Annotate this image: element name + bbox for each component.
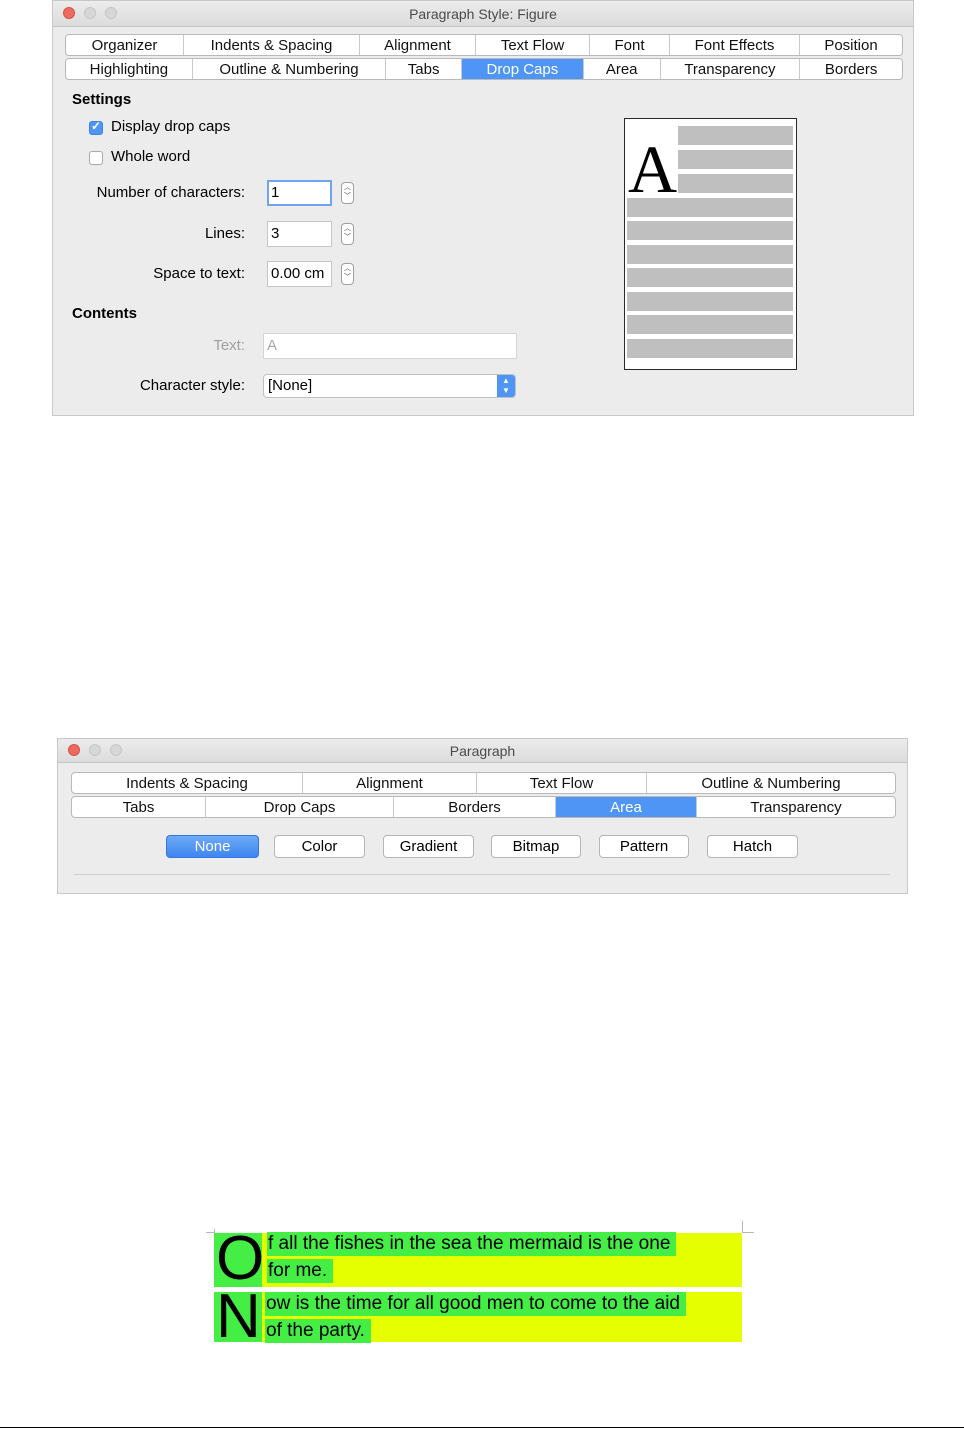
preview-line [678, 126, 793, 145]
preview-line [627, 268, 793, 287]
tab-font-effects[interactable]: Font Effects [670, 35, 800, 55]
tab-alignment[interactable]: Alignment [303, 773, 477, 793]
preview-drop-cap-letter: A [628, 131, 678, 207]
display-drop-caps-label[interactable]: Display drop caps [111, 118, 230, 135]
drop-cap-letter: N [216, 1282, 261, 1351]
text-field: A [263, 333, 517, 359]
whole-word-checkbox[interactable] [89, 151, 103, 165]
paragraph-line: of the party. [265, 1319, 371, 1343]
tab-row-1: Organizer Indents & Spacing Alignment Te… [65, 34, 903, 56]
title-bar: Paragraph Style: Figure [53, 1, 913, 27]
lines-spinner[interactable]: ︿ ﹀ [341, 223, 354, 245]
paragraph-style-dialog: Paragraph Style: Figure Organizer Indent… [52, 0, 914, 416]
drop-cap-letter: O [216, 1224, 265, 1293]
tab-borders[interactable]: Borders [394, 797, 556, 817]
space-to-text-label: Space to text: [153, 265, 245, 282]
window-title: Paragraph Style: Figure [409, 6, 557, 22]
tab-position[interactable]: Position [800, 35, 902, 55]
preview-line [627, 292, 793, 311]
tab-transparency[interactable]: Transparency [661, 59, 801, 79]
paragraph-line: for me. [267, 1259, 334, 1283]
preview-line [627, 221, 793, 240]
preview-line [627, 315, 793, 334]
number-of-characters-label: Number of characters: [96, 184, 245, 201]
tab-drop-caps[interactable]: Drop Caps [462, 59, 584, 79]
whole-word-label[interactable]: Whole word [111, 148, 190, 165]
paragraph-line: f all the fishes in the sea the mermaid … [267, 1232, 677, 1256]
tab-row-2: Highlighting Outline & Numbering Tabs Dr… [65, 58, 903, 80]
tab-transparency[interactable]: Transparency [697, 797, 895, 817]
paragraph-line: ow is the time for all good men to come … [265, 1292, 686, 1316]
lines-label: Lines: [204, 225, 245, 242]
area-color-button[interactable]: Color [274, 835, 365, 858]
area-pattern-button[interactable]: Pattern [599, 835, 689, 858]
paragraph-dialog: Paragraph Indents & Spacing Alignment Te… [57, 738, 908, 894]
tab-borders[interactable]: Borders [800, 59, 902, 79]
checkmark-icon: ✓ [91, 119, 102, 133]
document-paragraph: O f all the fishes in the sea the mermai… [214, 1224, 742, 1293]
title-bar: Paragraph [58, 739, 907, 763]
area-hatch-button[interactable]: Hatch [707, 835, 798, 858]
area-none-button[interactable]: None [166, 835, 259, 858]
tab-outline-numbering[interactable]: Outline & Numbering [647, 773, 895, 793]
character-style-dropdown[interactable]: [None] ▲ ▼ [263, 374, 516, 398]
tab-indents-spacing[interactable]: Indents & Spacing [184, 35, 360, 55]
preview-line [627, 339, 793, 358]
tab-area[interactable]: Area [584, 59, 661, 79]
tab-alignment[interactable]: Alignment [360, 35, 476, 55]
settings-heading: Settings [72, 91, 132, 108]
text-label: Text: [213, 337, 245, 354]
preview-line [678, 174, 793, 193]
character-style-value: [None] [268, 377, 313, 394]
contents-heading: Contents [72, 305, 137, 322]
character-style-label: Character style: [139, 377, 245, 394]
tab-text-flow[interactable]: Text Flow [477, 773, 647, 793]
number-of-characters-spinner[interactable]: ︿ ﹀ [341, 182, 354, 204]
display-drop-caps-checkbox[interactable]: ✓ [89, 119, 103, 135]
preview-line [627, 245, 793, 264]
document-paragraph: N ow is the time for all good men to com… [214, 1282, 742, 1351]
tab-organizer[interactable]: Organizer [66, 35, 184, 55]
number-of-characters-field[interactable]: 1 [267, 180, 332, 206]
tab-font[interactable]: Font [590, 35, 670, 55]
tab-text-flow[interactable]: Text Flow [476, 35, 590, 55]
page-bottom-rule [0, 1427, 964, 1428]
tab-area[interactable]: Area [556, 797, 697, 817]
tab-highlighting[interactable]: Highlighting [66, 59, 193, 79]
drop-caps-preview: A [624, 118, 797, 370]
area-bitmap-button[interactable]: Bitmap [491, 835, 581, 858]
space-to-text-spinner[interactable]: ︿ ﹀ [341, 263, 354, 285]
tab-tabs[interactable]: Tabs [386, 59, 463, 79]
preview-line [678, 150, 793, 169]
text-boundary-corner [742, 1232, 754, 1233]
tab-outline-numbering[interactable]: Outline & Numbering [193, 59, 387, 79]
tab-indents-spacing[interactable]: Indents & Spacing [72, 773, 303, 793]
tab-drop-caps[interactable]: Drop Caps [206, 797, 394, 817]
lines-field[interactable]: 3 [267, 221, 332, 247]
space-to-text-field[interactable]: 0.00 cm [267, 261, 332, 287]
tab-tabs[interactable]: Tabs [72, 797, 206, 817]
tab-row-2: Tabs Drop Caps Borders Area Transparency [71, 796, 896, 818]
separator [74, 874, 890, 875]
window-title: Paragraph [449, 743, 516, 759]
dropdown-arrow-icon: ▲ ▼ [497, 375, 515, 397]
tab-row-1: Indents & Spacing Alignment Text Flow Ou… [71, 772, 896, 794]
area-gradient-button[interactable]: Gradient [383, 835, 474, 858]
